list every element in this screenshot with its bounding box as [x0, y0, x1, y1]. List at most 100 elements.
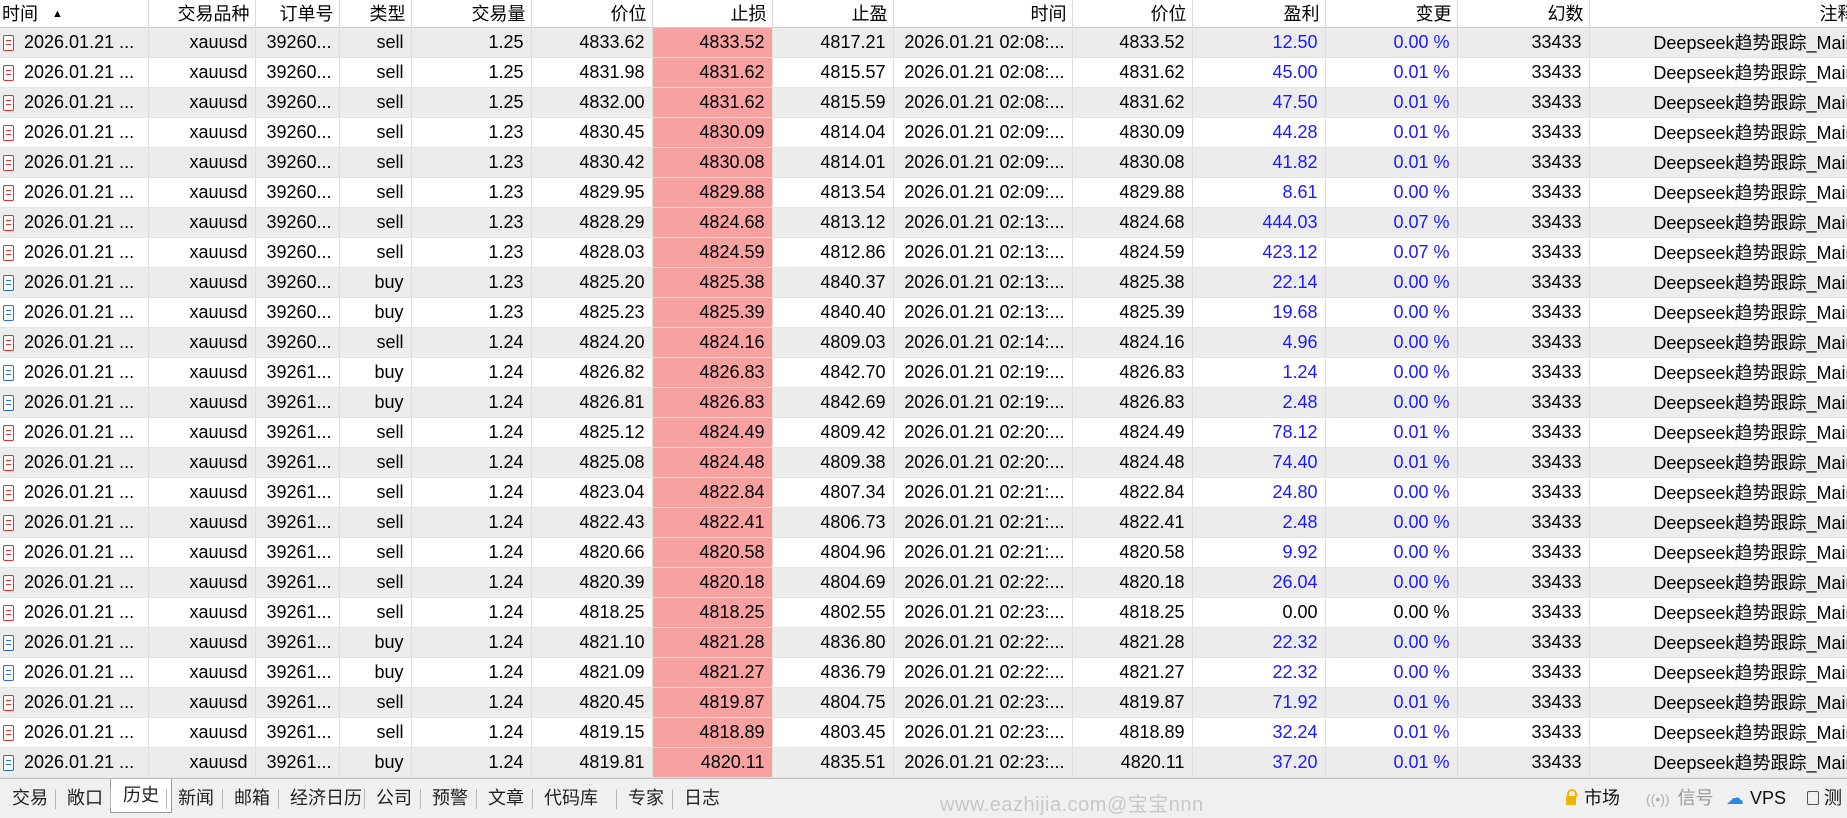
table-row[interactable]: 2026.01.21 ... xauusd 39261... buy 1.24 4821.…: [0, 657, 1847, 688]
table-row[interactable]: 2026.01.21 ... xauusd 39261... sell 1.24 4822…: [0, 507, 1847, 538]
change-cell: 0.00 %: [1325, 357, 1458, 388]
symbol-cell: xauusd: [148, 657, 256, 688]
change-cell: 0.01 %: [1325, 147, 1458, 178]
table-row[interactable]: 2026.01.21 ... xauusd 39261... sell 1.24 4820…: [0, 567, 1847, 598]
tab-10[interactable]: 专家: [616, 783, 676, 813]
table-row[interactable]: 2026.01.21 ... xauusd 39261... sell 1.24 4820…: [0, 537, 1847, 568]
table-row[interactable]: 2026.01.21 ... xauusd 39261... buy 1.24 4821.…: [0, 627, 1847, 658]
table-row[interactable]: 2026.01.21 ... xauusd 39260... sell 1.25 4831…: [0, 57, 1847, 88]
column-header-volume[interactable]: 交易量: [411, 0, 532, 28]
tab-3[interactable]: 新闻: [166, 783, 226, 813]
table-row[interactable]: 2026.01.21 ... xauusd 39261... buy 1.24 4826.…: [0, 387, 1847, 418]
tab-7[interactable]: 预警: [420, 783, 480, 813]
table-row[interactable]: 2026.01.21 ... xauusd 39260... buy 1.23 4825.…: [0, 267, 1847, 298]
table-row[interactable]: 2026.01.21 ... xauusd 39261... buy 1.24 4819.…: [0, 747, 1847, 778]
table-row[interactable]: 2026.01.21 ... xauusd 39261... sell 1.24 4823…: [0, 477, 1847, 508]
profit-cell: 4.96: [1192, 327, 1326, 358]
tab-separator: [278, 789, 279, 809]
stop-loss-cell: 4831.62: [652, 57, 773, 88]
profit-cell: 423.12: [1192, 237, 1326, 268]
close-price-cell: 4825.39: [1072, 297, 1193, 328]
column-header-profit[interactable]: 盈利: [1192, 0, 1326, 28]
table-row[interactable]: 2026.01.21 ... xauusd 39261... sell 1.24 4820…: [0, 687, 1847, 718]
column-header-order[interactable]: 订单号: [255, 0, 340, 28]
column-header-magic[interactable]: 幻数: [1457, 0, 1590, 28]
volume-cell: 1.24: [411, 447, 532, 478]
document-blue-icon: [3, 634, 14, 651]
tab-6[interactable]: 公司: [364, 783, 424, 813]
close-price-cell: 4819.87: [1072, 687, 1193, 718]
document-red-icon: [3, 124, 14, 141]
comment-cell: Deepseek趋势跟踪_Main: [1589, 207, 1847, 238]
column-header-comment[interactable]: 注释: [1589, 0, 1847, 28]
change-cell: 0.01 %: [1325, 447, 1458, 478]
signal-status[interactable]: ((•)) 信号: [1646, 783, 1714, 813]
tab-11[interactable]: 日志: [672, 783, 732, 813]
volume-cell: 1.23: [411, 267, 532, 298]
change-cell: 0.07 %: [1325, 237, 1458, 268]
profit-cell: 22.32: [1192, 627, 1326, 658]
open-time-cell: 2026.01.21 ...: [0, 357, 149, 388]
column-header-change[interactable]: 变更: [1325, 0, 1458, 28]
tab-9[interactable]: 代码库: [532, 783, 610, 813]
vps-status[interactable]: ☁ VPS: [1726, 783, 1786, 813]
table-row[interactable]: 2026.01.21 ... xauusd 39260... sell 1.25 4833…: [0, 27, 1847, 58]
comment-cell: Deepseek趋势跟踪_Main: [1589, 687, 1847, 718]
open-time-text: 2026.01.21 ...: [24, 301, 135, 322]
tab-1[interactable]: 敞口: [55, 783, 115, 813]
symbol-cell: xauusd: [148, 747, 256, 778]
symbol-cell: xauusd: [148, 417, 256, 448]
table-row[interactable]: 2026.01.21 ... xauusd 39261... buy 1.24 4826.…: [0, 357, 1847, 388]
type-cell: sell: [339, 27, 412, 58]
table-row[interactable]: 2026.01.21 ... xauusd 39260... sell 1.25 4832…: [0, 87, 1847, 118]
document-red-icon: [3, 334, 14, 351]
table-row[interactable]: 2026.01.21 ... xauusd 39261... sell 1.24 4818…: [0, 597, 1847, 628]
symbol-cell: xauusd: [148, 597, 256, 628]
column-header-close-price[interactable]: 价位: [1072, 0, 1193, 28]
magic-cell: 33433: [1457, 687, 1590, 718]
table-row[interactable]: 2026.01.21 ... xauusd 39260... sell 1.23 4828…: [0, 207, 1847, 238]
column-header-stop-loss[interactable]: 止损: [652, 0, 773, 28]
tab-5[interactable]: 经济日历: [278, 783, 374, 813]
profit-cell: 22.32: [1192, 657, 1326, 688]
stop-loss-cell: 4820.18: [652, 567, 773, 598]
open-time-cell: 2026.01.21 ...: [0, 507, 149, 538]
market-status[interactable]: 市场: [1566, 783, 1620, 813]
tester-status[interactable]: 测: [1807, 783, 1842, 813]
profit-cell: 0.00: [1192, 597, 1326, 628]
tab-separator: [672, 789, 673, 809]
order-cell: 39260...: [255, 177, 340, 208]
stop-loss-cell: 4820.58: [652, 537, 773, 568]
symbol-cell: xauusd: [148, 57, 256, 88]
order-cell: 39261...: [255, 687, 340, 718]
volume-cell: 1.25: [411, 87, 532, 118]
magic-cell: 33433: [1457, 87, 1590, 118]
volume-cell: 1.24: [411, 567, 532, 598]
vps-label: VPS: [1750, 788, 1787, 808]
tab-4[interactable]: 邮箱: [222, 783, 282, 813]
table-row[interactable]: 2026.01.21 ... xauusd 39260... sell 1.23 4829…: [0, 177, 1847, 208]
open-time-text: 2026.01.21 ...: [24, 421, 135, 442]
column-header-open-price[interactable]: 价位: [531, 0, 653, 28]
table-row[interactable]: 2026.01.21 ... xauusd 39261... sell 1.24 4825…: [0, 447, 1847, 478]
open-time-cell: 2026.01.21 ...: [0, 87, 149, 118]
tab-8[interactable]: 文章: [476, 783, 536, 813]
comment-cell: Deepseek趋势跟踪_Main: [1589, 27, 1847, 58]
table-row[interactable]: 2026.01.21 ... xauusd 39261... sell 1.24 4819…: [0, 717, 1847, 748]
column-header-open-time[interactable]: 时间 ▲: [0, 0, 149, 28]
table-row[interactable]: 2026.01.21 ... xauusd 39260... buy 1.23 4825.…: [0, 297, 1847, 328]
column-header-type[interactable]: 类型: [339, 0, 412, 28]
table-row[interactable]: 2026.01.21 ... xauusd 39261... sell 1.24 4825…: [0, 417, 1847, 448]
table-row[interactable]: 2026.01.21 ... xauusd 39260... sell 1.23 4828…: [0, 237, 1847, 268]
table-row[interactable]: 2026.01.21 ... xauusd 39260... sell 1.24 4824…: [0, 327, 1847, 358]
take-profit-cell: 4842.69: [772, 387, 894, 418]
close-price-cell: 4820.11: [1072, 747, 1193, 778]
close-price-cell: 4822.41: [1072, 507, 1193, 538]
tab-0[interactable]: 交易: [0, 783, 60, 813]
column-header-close-time[interactable]: 时间: [893, 0, 1073, 28]
tab-2[interactable]: 历史: [110, 779, 172, 813]
column-header-symbol[interactable]: 交易品种: [148, 0, 256, 28]
table-row[interactable]: 2026.01.21 ... xauusd 39260... sell 1.23 4830…: [0, 117, 1847, 148]
table-row[interactable]: 2026.01.21 ... xauusd 39260... sell 1.23 4830…: [0, 147, 1847, 178]
column-header-take-profit[interactable]: 止盈: [772, 0, 894, 28]
